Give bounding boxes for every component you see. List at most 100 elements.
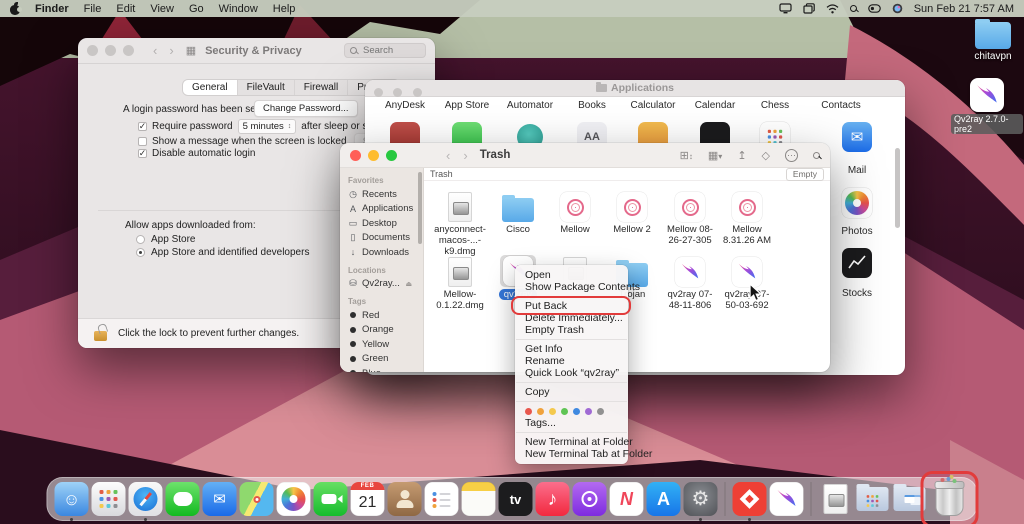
menu-go[interactable]: Go: [189, 3, 204, 15]
sidebar-tag-yellow[interactable]: Yellow: [348, 337, 423, 352]
menu-item-new-terminal-tab[interactable]: New Terminal Tab at Folder: [515, 448, 628, 460]
more-actions-icon[interactable]: ⋯: [785, 149, 798, 162]
menu-item-delete-immediately[interactable]: Delete Immediately...: [515, 312, 628, 324]
sidebar-tag-blue[interactable]: Blue: [348, 366, 423, 372]
tag-green[interactable]: [561, 408, 568, 415]
zoom-button[interactable]: [413, 88, 422, 97]
menu-item-show-package-contents[interactable]: Show Package Contents: [515, 281, 628, 293]
dock-system-preferences[interactable]: ⚙: [684, 482, 718, 516]
forward-button[interactable]: ›: [169, 43, 173, 58]
zoom-button[interactable]: [386, 150, 397, 161]
dock-launchpad[interactable]: [92, 482, 126, 516]
dock-photos[interactable]: [277, 482, 311, 516]
require-password-interval-dropdown[interactable]: 5 minutes ↕: [238, 119, 297, 134]
tag-purple[interactable]: [585, 408, 592, 415]
windows-icon[interactable]: [803, 3, 815, 14]
show-message-checkbox[interactable]: [138, 137, 147, 146]
dock-app-store[interactable]: A: [647, 482, 681, 516]
dock-calendar[interactable]: FEB 21: [351, 482, 385, 516]
dock-mail[interactable]: ✉: [203, 482, 237, 516]
menu-item-put-back[interactable]: Put Back: [515, 300, 628, 312]
app-label-anydesk[interactable]: AnyDesk: [385, 100, 425, 111]
share-icon[interactable]: ↥: [737, 149, 746, 162]
dock-anydesk[interactable]: [733, 482, 767, 516]
dock-reminders[interactable]: [425, 482, 459, 516]
app-label-automator[interactable]: Automator: [507, 100, 553, 111]
require-password-checkbox[interactable]: ✓: [138, 122, 147, 131]
tag-gray[interactable]: [597, 408, 604, 415]
menu-item-empty-trash[interactable]: Empty Trash: [515, 324, 628, 336]
app-label-calculator[interactable]: Calculator: [630, 100, 675, 111]
eject-icon[interactable]: ⏏: [404, 280, 414, 288]
menu-item-quick-look[interactable]: Quick Look “qv2ray”: [515, 367, 628, 379]
apple-menu-icon[interactable]: [10, 3, 21, 15]
dock-qv2ray[interactable]: [770, 482, 804, 516]
dock-finder[interactable]: ☺: [55, 482, 89, 516]
desktop-icon-chitavpn[interactable]: chitavpn: [957, 22, 1024, 62]
dock-downloads-folder[interactable]: [893, 482, 927, 516]
icon-size-control[interactable]: ⊞↕: [680, 149, 693, 162]
file-qv2ray-0750[interactable]: qv2ray 07-50-03-692: [718, 255, 776, 311]
siri-icon[interactable]: [892, 3, 903, 14]
dock-podcasts[interactable]: [573, 482, 607, 516]
sidebar-item-recents[interactable]: ◷Recents: [348, 187, 423, 202]
app-label-contacts[interactable]: Contacts: [821, 100, 860, 111]
app-label-chess[interactable]: Chess: [761, 100, 789, 111]
minimize-button[interactable]: [105, 45, 116, 56]
app-label-mail[interactable]: Mail: [848, 165, 866, 176]
sidebar-tag-orange[interactable]: Orange: [348, 323, 423, 338]
menu-file[interactable]: File: [84, 3, 102, 15]
close-button[interactable]: [374, 88, 383, 97]
group-by-control[interactable]: ▦▾: [708, 149, 722, 162]
change-password-button[interactable]: Change Password...: [254, 100, 358, 117]
sidebar-item-applications[interactable]: AApplications: [348, 202, 423, 217]
display-icon[interactable]: [779, 3, 792, 14]
search-input[interactable]: [361, 44, 417, 57]
tag-yellow[interactable]: [549, 408, 556, 415]
dock-messages[interactable]: [166, 482, 200, 516]
menu-item-copy[interactable]: Copy: [515, 386, 628, 398]
sidebar-tag-red[interactable]: Red: [348, 308, 423, 323]
app-label-appstore[interactable]: App Store: [445, 100, 489, 111]
menu-item-new-terminal[interactable]: New Terminal at Folder: [515, 436, 628, 448]
minimize-button[interactable]: [368, 150, 379, 161]
control-center-icon[interactable]: [868, 4, 881, 13]
disable-auto-login-checkbox[interactable]: ✓: [138, 149, 147, 158]
menu-edit[interactable]: Edit: [116, 3, 135, 15]
unlocked-padlock-icon[interactable]: [94, 331, 107, 341]
file-anyconnect-dmg[interactable]: anyconnect-macos-...-k9.dmg: [431, 190, 489, 257]
menu-help[interactable]: Help: [273, 3, 296, 15]
app-label-calendar[interactable]: Calendar: [695, 100, 736, 111]
dock-contacts[interactable]: [388, 482, 422, 516]
tag-blue[interactable]: [573, 408, 580, 415]
file-mellow-831[interactable]: Mellow 8.31.26 AM: [718, 190, 776, 246]
app-label-books[interactable]: Books: [578, 100, 606, 111]
close-button[interactable]: [350, 150, 361, 161]
app-label-stocks[interactable]: Stocks: [842, 288, 872, 299]
sidebar-tag-green[interactable]: Green: [348, 352, 423, 367]
search-field[interactable]: [344, 43, 426, 58]
file-cisco-folder[interactable]: Cisco: [489, 190, 547, 235]
file-mellow-08-26[interactable]: Mellow 08-26-27-305: [661, 190, 719, 246]
dock-notes[interactable]: [462, 482, 496, 516]
tag-red[interactable]: [525, 408, 532, 415]
tags-icon[interactable]: ◇: [762, 149, 770, 162]
tab-firewall[interactable]: Firewall: [295, 80, 348, 95]
dock-tv[interactable]: tv: [499, 482, 533, 516]
menu-finder[interactable]: Finder: [35, 3, 69, 15]
sidebar-item-desktop[interactable]: ▭Desktop: [348, 216, 423, 231]
file-mellow[interactable]: Mellow: [546, 190, 604, 235]
sidebar-item-documents[interactable]: ▯Documents: [348, 231, 423, 246]
app-icon-photos[interactable]: [842, 188, 872, 218]
empty-trash-button[interactable]: Empty: [786, 168, 824, 181]
file-mellow-dmg[interactable]: Mellow-0.1.22.dmg: [431, 255, 489, 311]
sidebar-item-downloads[interactable]: ↓Downloads: [348, 245, 423, 260]
wifi-icon[interactable]: [826, 4, 839, 14]
allow-appstore-radio[interactable]: [136, 235, 145, 244]
app-label-photos[interactable]: Photos: [841, 226, 872, 237]
menu-item-get-info[interactable]: Get Info: [515, 343, 628, 355]
spotlight-icon[interactable]: [850, 5, 857, 12]
desktop-icon-qv2ray[interactable]: Qv2ray 2.7.0-pre2: [951, 78, 1023, 134]
file-mellow-2[interactable]: Mellow 2: [603, 190, 661, 235]
back-button[interactable]: ‹: [446, 148, 450, 163]
